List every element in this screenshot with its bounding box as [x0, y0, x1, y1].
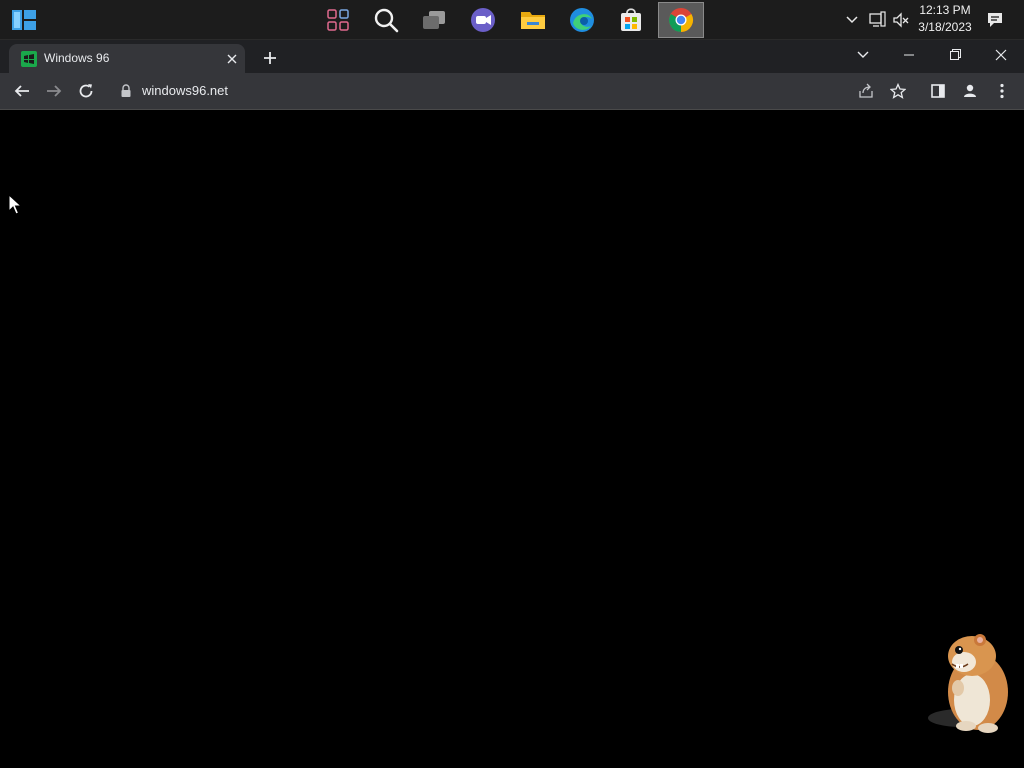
- star-icon: [890, 83, 906, 99]
- arrow-left-icon: [14, 85, 29, 97]
- edge-icon: [570, 8, 594, 32]
- browser-toolbar: windows96.net: [0, 73, 1024, 110]
- share-button[interactable]: [852, 77, 880, 105]
- teams-chat-icon: [471, 8, 495, 32]
- close-icon: [995, 49, 1007, 60]
- profile-icon: [964, 84, 976, 97]
- search-icon: [374, 8, 399, 33]
- restore-button[interactable]: [932, 40, 978, 69]
- search-button[interactable]: [364, 2, 408, 38]
- windows-logo-icon: [12, 10, 36, 30]
- tab-search-button[interactable]: [840, 40, 886, 69]
- lock-icon: [121, 84, 131, 97]
- store-button[interactable]: [609, 2, 653, 38]
- chrome-button[interactable]: [658, 2, 704, 38]
- notification-icon: [988, 13, 1002, 27]
- taskbar: 12:13 PM 3/18/2023: [0, 0, 1024, 40]
- edge-button[interactable]: [560, 2, 604, 38]
- url-text: windows96.net: [142, 83, 228, 98]
- folder-icon: [521, 12, 545, 29]
- widgets-button[interactable]: [316, 2, 360, 38]
- chrome-icon: [669, 8, 694, 32]
- dancing-hamster-image[interactable]: [922, 626, 1014, 738]
- network-icon: [869, 11, 886, 27]
- profile-button[interactable]: [956, 77, 984, 105]
- tab-title: Windows 96: [44, 51, 110, 65]
- tab-close-button[interactable]: [224, 51, 240, 67]
- tab-strip: Windows 96: [0, 40, 1024, 73]
- widgets-icon: [327, 9, 349, 31]
- volume-button[interactable]: [890, 0, 912, 40]
- task-view-icon: [423, 11, 445, 29]
- clock-time: 12:13 PM: [919, 3, 971, 17]
- minimize-icon: [904, 54, 914, 55]
- page-content[interactable]: [0, 110, 1024, 768]
- reload-button[interactable]: [72, 77, 100, 105]
- mouse-cursor-icon: [8, 194, 22, 215]
- forward-button[interactable]: [40, 77, 68, 105]
- arrow-right-icon: [47, 85, 62, 97]
- reload-icon: [79, 84, 93, 98]
- teams-chat-button[interactable]: [461, 2, 505, 38]
- share-icon: [859, 83, 873, 98]
- store-icon: [621, 8, 641, 31]
- plus-icon: [264, 52, 276, 64]
- file-explorer-button[interactable]: [511, 2, 555, 38]
- back-button[interactable]: [8, 77, 36, 105]
- chevron-down-icon: [857, 51, 869, 58]
- bookmark-button[interactable]: [884, 77, 912, 105]
- close-window-button[interactable]: [978, 40, 1024, 69]
- menu-button[interactable]: [988, 77, 1016, 105]
- minimize-button[interactable]: [886, 40, 932, 69]
- taskbar-clock[interactable]: 12:13 PM 3/18/2023: [914, 2, 976, 36]
- chevron-down-icon: [846, 16, 858, 24]
- notifications-button[interactable]: [984, 0, 1006, 40]
- restore-icon: [949, 49, 961, 60]
- new-tab-button[interactable]: [257, 45, 283, 71]
- volume-muted-icon: [893, 12, 909, 28]
- side-panel-button[interactable]: [924, 77, 952, 105]
- close-icon: [227, 54, 237, 64]
- start-button[interactable]: [2, 2, 46, 38]
- more-vert-icon: [1000, 83, 1004, 99]
- task-view-button[interactable]: [412, 2, 456, 38]
- tray-overflow-button[interactable]: [842, 0, 862, 40]
- side-panel-icon: [931, 84, 945, 98]
- tab-windows96[interactable]: Windows 96: [9, 44, 245, 73]
- windows96-favicon-icon: [21, 51, 37, 67]
- clock-date: 3/18/2023: [918, 20, 972, 34]
- network-button[interactable]: [866, 0, 888, 40]
- address-bar[interactable]: windows96.net: [108, 77, 918, 105]
